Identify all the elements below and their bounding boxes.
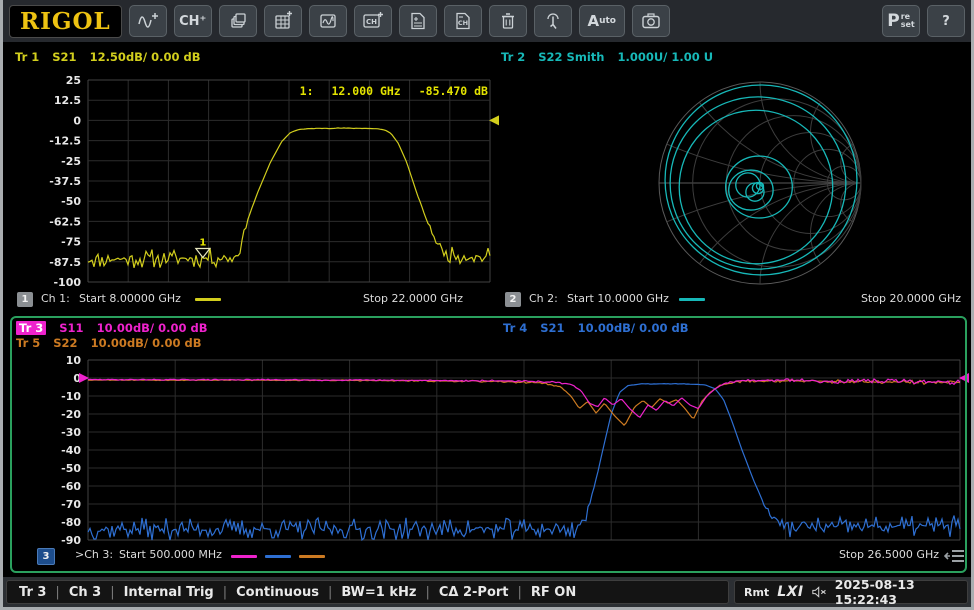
ch3-stop[interactable]: Stop 26.5000 GHz [793, 548, 939, 561]
ch3-start[interactable]: Start 500.000 MHz [119, 548, 222, 561]
tr2-header[interactable]: Tr 2S22 Smith1.000U/ 1.00 U [501, 50, 713, 64]
status-separator: | [55, 585, 59, 600]
status-separator: | [425, 585, 429, 600]
status-item[interactable]: Ch 3 [69, 585, 101, 600]
status-left: Tr 3 | Ch 3 | Internal Trig | Continuous | BW=1 … [6, 580, 729, 604]
status-item[interactable]: Tr 3 [19, 585, 46, 600]
remote-indicator: Rmt [744, 586, 769, 599]
lxi-indicator: LXI [777, 584, 803, 600]
menu-expand-icon[interactable] [944, 548, 966, 564]
ch2-stop[interactable]: Stop 20.0000 GHz [823, 292, 961, 305]
marker1-readout: 1:12.000 GHz-85.470 dB [273, 84, 488, 98]
tr4-header[interactable]: Tr 4S2110.00dB/ 0.00 dB [503, 321, 689, 335]
ch1-start[interactable]: Start 8.00000 GHz [79, 292, 181, 305]
status-separator: | [110, 585, 114, 600]
tr2-swatch [679, 298, 705, 301]
ch2-label: Ch 2: [529, 292, 558, 305]
vna-screen: RIGOL CH⁺ [0, 0, 974, 610]
ch1-label: Ch 1: [41, 292, 70, 305]
tr4-swatch [265, 555, 291, 558]
status-item[interactable]: Internal Trig [124, 585, 214, 600]
tr5-header[interactable]: Tr 5S2210.00dB/ 0.00 dB [16, 336, 202, 350]
status-item[interactable]: RF ON [531, 585, 576, 600]
status-bar: Tr 3 | Ch 3 | Internal Trig | Continuous | BW=1 … [3, 577, 971, 607]
status-item[interactable]: BW=1 kHz [341, 585, 416, 600]
tr3-swatch [231, 555, 257, 558]
ch3-badge[interactable]: 3 [37, 548, 55, 565]
status-separator: | [328, 585, 332, 600]
ch2-badge[interactable]: 2 [505, 292, 521, 307]
ch1-stop[interactable]: Stop 22.0000 GHz [333, 292, 463, 305]
speaker-mute-icon [812, 585, 827, 599]
ch3-label: >Ch 3: [75, 548, 113, 561]
tr3-header[interactable]: Tr 3 S11 10.00dB/ 0.00 dB [16, 321, 208, 335]
ch1-badge[interactable]: 1 [17, 292, 33, 307]
tr3-chip[interactable]: Tr 3 [16, 321, 46, 335]
ch2-start[interactable]: Start 10.0000 GHz [567, 292, 669, 305]
status-item[interactable]: CΔ 2-Port [439, 585, 509, 600]
ch2-window[interactable] [495, 44, 971, 310]
status-item[interactable]: Continuous [236, 585, 319, 600]
datetime: 2025-08-13 15:22:43 [835, 577, 958, 607]
tr5-swatch [299, 555, 325, 558]
tr1-header[interactable]: Tr 1S2112.50dB/ 0.00 dB [15, 50, 201, 64]
status-separator: | [223, 585, 227, 600]
status-separator: | [518, 585, 522, 600]
ch3-window[interactable] [10, 316, 967, 573]
status-right: Rmt LXI 2025-08-13 15:22:43 [734, 580, 968, 604]
tr1-swatch [195, 298, 221, 301]
